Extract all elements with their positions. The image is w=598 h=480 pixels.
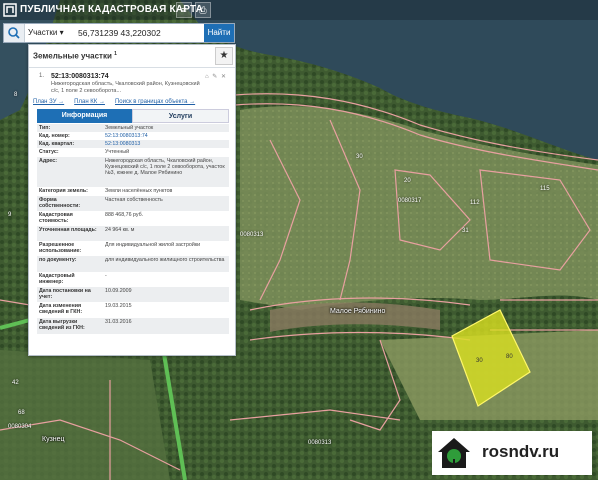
- info-row: Форма собственности: Частная собственност…: [37, 196, 229, 211]
- info-value: 888 468,76 руб.: [105, 212, 144, 218]
- map-parcel-label: 9: [8, 212, 12, 218]
- search-bar: Участки ▾ Найти: [3, 23, 235, 43]
- info-row: Тип: Земельный участок: [37, 124, 229, 132]
- result-actions[interactable]: ⌂ ✎ ✕: [205, 73, 227, 80]
- selected-parcel-label: 80: [506, 354, 513, 360]
- search-in-bounds-link[interactable]: Поиск в границах объекта →: [115, 99, 195, 105]
- info-key: Уточненная площадь:: [39, 227, 97, 233]
- map-parcel-label: 42: [12, 380, 19, 386]
- info-key: Форма собственности:: [39, 197, 81, 210]
- info-key: Адрес:: [39, 158, 58, 164]
- map-parcel-label: 68: [18, 410, 25, 416]
- panel-title-text: Земельные участки: [33, 51, 112, 61]
- info-value: 24 964 кв. м: [105, 227, 135, 233]
- panel-tabs: Информация Услуги: [37, 109, 229, 123]
- info-key: Категория земель:: [39, 188, 88, 194]
- info-value: Для индивидуальной жилой застройки: [105, 242, 201, 248]
- map-quarter-label: 0080313: [308, 440, 332, 446]
- map-parcel-label: 31: [462, 228, 469, 234]
- info-row: Дата изменения сведений в ГКН: 19.03.2015: [37, 302, 229, 318]
- selected-parcel-label: 30: [476, 358, 483, 364]
- info-value: для индивидуального жилищного строительс…: [105, 257, 225, 263]
- info-row: Адрес: Нижегородская область, Чкаловский …: [37, 157, 229, 187]
- map-parcel-label: 115: [540, 186, 550, 192]
- chevron-down-icon: ▾: [59, 28, 64, 37]
- info-row: Кад. номер: 52:13:0080313:74: [37, 132, 229, 140]
- search-icon[interactable]: [4, 24, 25, 42]
- watermark: rosndv.ru: [432, 431, 592, 475]
- info-key: Дата изменения сведений в ГКН:: [39, 303, 83, 316]
- info-row: Кадастровая стоимость: 888 468,76 руб.: [37, 211, 229, 226]
- info-row: Дата постановки на учет: 10.09.2009: [37, 287, 229, 302]
- map-village-name: Малое Рябинино: [330, 308, 386, 315]
- info-key: Разрешенное использование:: [39, 242, 82, 255]
- info-panel: Земельные участки 1 ★ 1. 52:13:0080313:7…: [28, 44, 236, 356]
- search-type-dropdown[interactable]: Участки ▾: [28, 28, 64, 37]
- layers-icon[interactable]: ≡: [176, 2, 192, 18]
- info-key: по документу:: [39, 257, 77, 263]
- info-key: Кад. номер:: [39, 133, 70, 139]
- panel-title-count: 1: [114, 51, 117, 57]
- info-value: 31.03.2016: [105, 319, 132, 325]
- result-address: Нижегородская область, Чкаловский район,…: [51, 81, 200, 94]
- search-type-label: Участки: [28, 28, 58, 37]
- top-toolbar: ≡ ⎙: [176, 2, 211, 18]
- info-value-link[interactable]: 52:13:0080313:74: [105, 133, 227, 139]
- panel-title: Земельные участки 1: [33, 51, 117, 61]
- info-value: Земельный участок: [105, 125, 154, 131]
- watermark-text: rosndv.ru: [482, 442, 560, 461]
- house-logo-icon: [438, 438, 470, 468]
- info-row: Дата выгрузки сведений из ГКН: 31.03.2016: [37, 318, 229, 334]
- top-bar: ПУБЛИЧНАЯ КАДАСТРОВАЯ КАРТА ≡ ⎙: [0, 0, 598, 20]
- map-parcel-label: 30: [356, 154, 363, 160]
- info-value: Нижегородская область, Чкаловский район,…: [105, 158, 225, 177]
- tab-services[interactable]: Услуги: [132, 109, 229, 123]
- map-village-name: Кузнец: [42, 436, 65, 443]
- plan-kk-link[interactable]: План КК →: [74, 99, 105, 105]
- result-index: 1.: [39, 73, 45, 79]
- info-value: -: [105, 273, 107, 279]
- info-row: Кад. квартал: 52:13:0080313: [37, 140, 229, 148]
- print-icon[interactable]: ⎙: [195, 2, 211, 18]
- search-input[interactable]: [74, 24, 204, 42]
- info-row: Категория земель: Земли населённых пункто…: [37, 187, 229, 196]
- info-key: Тип:: [39, 125, 51, 131]
- map-quarter-label: 0080317: [398, 198, 422, 204]
- info-value: Частная собственность: [105, 197, 163, 203]
- find-button[interactable]: Найти: [204, 24, 234, 42]
- search-result-item[interactable]: 1. 52:13:0080313:74 Нижегородская област…: [33, 71, 229, 111]
- info-value: Учтенный: [105, 149, 130, 155]
- info-key: Кадастровый инженер:: [39, 273, 75, 286]
- info-row: Уточненная площадь: 24 964 кв. м: [37, 226, 229, 241]
- info-value: 10.09.2009: [105, 288, 132, 294]
- plan-zu-link[interactable]: План ЗУ →: [33, 99, 64, 105]
- info-value-link[interactable]: 52:13:0080313: [105, 141, 227, 147]
- info-row: Кадастровый инженер: -: [37, 272, 229, 287]
- map-parcel-label: 8: [14, 92, 18, 98]
- map-quarter-label: 0080304: [8, 424, 32, 430]
- info-key: Дата выгрузки сведений из ГКН:: [39, 319, 85, 332]
- result-cadnum: 52:13:0080313:74: [51, 73, 109, 80]
- map-parcel-label: 112: [470, 200, 480, 206]
- info-row: по документу: для индивидуального жилищно…: [37, 256, 229, 272]
- map-quarter-label: 0080313: [240, 232, 264, 238]
- map-parcel-label: 20: [404, 178, 411, 184]
- panel-header: Земельные участки 1 ★: [29, 45, 235, 68]
- app-logo-icon: [3, 3, 17, 17]
- info-value: Земли населённых пунктов: [105, 188, 173, 194]
- info-key: Кадастровая стоимость:: [39, 212, 73, 225]
- info-row: Разрешенное использование: Для индивидуал…: [37, 241, 229, 256]
- favorite-star-icon[interactable]: ★: [215, 47, 233, 65]
- info-row: Статус: Учтенный: [37, 148, 229, 157]
- result-links: План ЗУ → План КК → Поиск в границах объ…: [33, 99, 195, 105]
- info-key: Статус:: [39, 149, 59, 155]
- info-key: Дата постановки на учет:: [39, 288, 91, 301]
- tab-information[interactable]: Информация: [37, 109, 132, 123]
- info-value: 19.03.2015: [105, 303, 132, 309]
- info-key: Кад. квартал:: [39, 141, 75, 147]
